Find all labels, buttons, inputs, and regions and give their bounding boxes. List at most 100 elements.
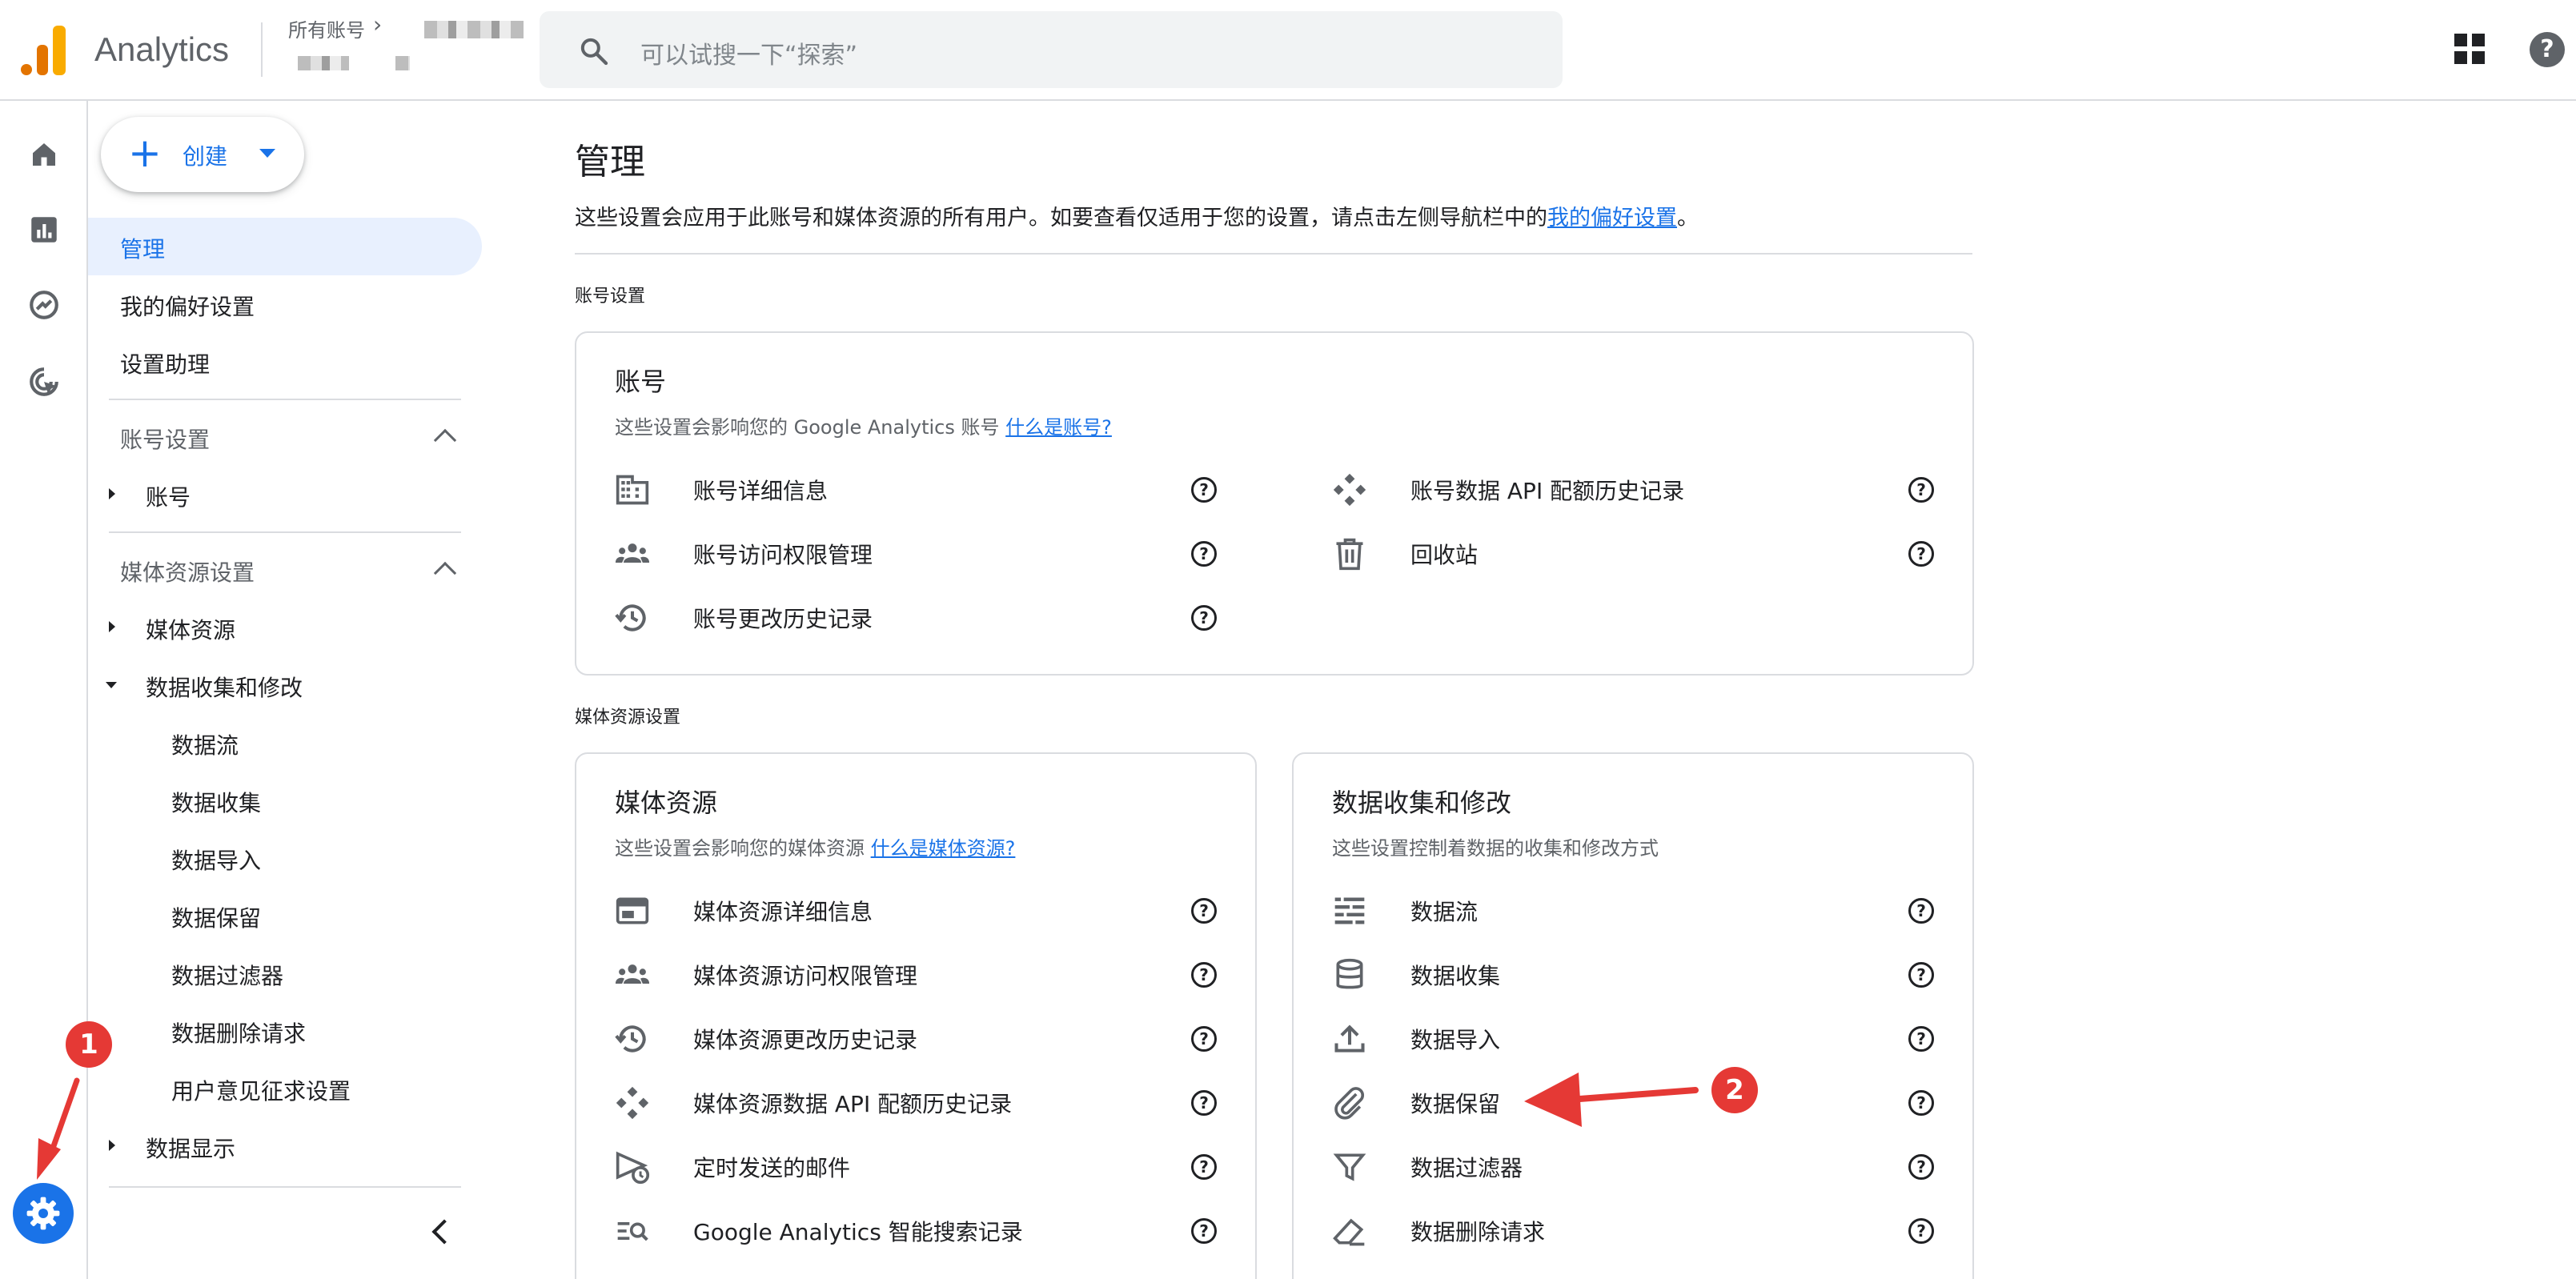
description-suffix: 。	[1677, 206, 1699, 231]
page-description: 这些设置会应用于此账号和媒体资源的所有用户。如要查看仅适用于您的设置，请点击左侧…	[575, 200, 1699, 231]
people-icon	[615, 964, 650, 984]
nav-item-property[interactable]: 媒体资源	[146, 613, 235, 645]
property-id-redacted	[395, 56, 410, 70]
gear-icon	[26, 1197, 60, 1230]
building-icon	[616, 475, 649, 505]
help-circle-icon[interactable]: ?	[1191, 605, 1217, 631]
section-label-account: 账号设置	[575, 287, 646, 307]
create-label: 创建	[183, 143, 228, 170]
help-circle-icon[interactable]: ?	[1908, 477, 1934, 503]
account-access-management-link[interactable]: 账号访问权限管理	[693, 538, 873, 570]
data-import-link[interactable]: 数据导入	[1410, 1023, 1500, 1055]
account-api-quota-history-link[interactable]: 账号数据 API 配额历史记录	[1410, 474, 1684, 506]
nav-subitem-data-collection[interactable]: 数据收集	[171, 786, 261, 818]
nav-item-admin[interactable]: 管理	[120, 232, 165, 264]
analytics-intelligence-search-history-link[interactable]: Google Analytics 智能搜索记录	[693, 1215, 1023, 1247]
breadcrumb-all-accounts[interactable]: 所有账号	[288, 14, 365, 42]
property-details-link[interactable]: 媒体资源详细信息	[693, 895, 873, 927]
nav-section-account-settings[interactable]: 账号设置	[120, 423, 210, 455]
history-icon	[615, 1025, 646, 1052]
analytics-logo[interactable]	[21, 24, 67, 75]
nav-item-account[interactable]: 账号	[146, 480, 191, 512]
nav-subitem-data-streams[interactable]: 数据流	[171, 728, 239, 760]
nav-subitem-consent-settings[interactable]: 用户意见征求设置	[171, 1074, 351, 1106]
collapse-arrow-icon[interactable]	[106, 682, 117, 688]
nav-subitem-data-import[interactable]: 数据导入	[171, 844, 261, 876]
nav-item-data-collection-modification[interactable]: 数据收集和修改	[146, 671, 303, 703]
account-card: 账号 这些设置会影响您的 Google Analytics 账号 什么是账号? …	[575, 331, 1974, 676]
admin-gear-button[interactable]	[13, 1183, 74, 1244]
reports-icon[interactable]	[27, 213, 61, 247]
property-name-redacted[interactable]	[298, 56, 349, 70]
property-api-quota-history-link[interactable]: 媒体资源数据 API 配额历史记录	[693, 1087, 1012, 1119]
history-icon	[615, 604, 646, 631]
help-circle-icon[interactable]: ?	[1191, 541, 1217, 567]
upload-icon	[1334, 1024, 1365, 1052]
help-circle-icon[interactable]: ?	[1908, 1154, 1934, 1180]
divider	[575, 253, 1972, 255]
nav-item-data-display[interactable]: 数据显示	[146, 1132, 235, 1164]
help-circle-icon[interactable]: ?	[1908, 1218, 1934, 1244]
help-circle-icon[interactable]: ?	[1908, 898, 1934, 924]
help-circle-icon[interactable]: ?	[1191, 898, 1217, 924]
explore-icon[interactable]	[27, 288, 61, 322]
help-icon[interactable]: ?	[2530, 32, 2565, 67]
help-circle-icon[interactable]: ?	[1908, 1026, 1934, 1052]
annotation-badge-2: 2	[1711, 1067, 1758, 1113]
what-is-property-link[interactable]: 什么是媒体资源?	[871, 837, 1016, 860]
trash-can-link[interactable]: 回收站	[1410, 538, 1478, 570]
help-circle-icon[interactable]: ?	[1191, 962, 1217, 988]
data-deletion-requests-link[interactable]: 数据删除请求	[1410, 1215, 1545, 1247]
help-circle-icon[interactable]: ?	[1191, 1090, 1217, 1116]
help-circle-icon[interactable]: ?	[1191, 1218, 1217, 1244]
create-button[interactable]: + 创建	[101, 117, 304, 192]
data-filters-link[interactable]: 数据过滤器	[1410, 1151, 1523, 1183]
expand-arrow-icon[interactable]	[109, 1140, 115, 1151]
help-circle-icon[interactable]: ?	[1191, 477, 1217, 503]
nav-section-property-settings[interactable]: 媒体资源设置	[120, 555, 255, 587]
account-details-link[interactable]: 账号详细信息	[693, 474, 828, 506]
what-is-account-link[interactable]: 什么是账号?	[1005, 416, 1112, 439]
nav-divider	[109, 531, 461, 533]
chevron-up-icon[interactable]	[433, 428, 457, 452]
api-quota-icon	[1333, 473, 1366, 507]
nav-subitem-data-filters[interactable]: 数据过滤器	[171, 959, 283, 991]
card-subtitle: 这些设置会影响您的媒体资源 什么是媒体资源?	[615, 832, 1015, 860]
advertising-icon[interactable]	[27, 365, 61, 399]
nav-subitem-data-deletion-requests[interactable]: 数据删除请求	[171, 1016, 306, 1048]
search-input[interactable]: 可以试搜一下“探索”	[540, 11, 1563, 88]
data-streams-link[interactable]: 数据流	[1410, 895, 1478, 927]
annotation-badge-1: 1	[66, 1021, 112, 1068]
data-retention-link[interactable]: 数据保留	[1410, 1087, 1500, 1119]
property-change-history-link[interactable]: 媒体资源更改历史记录	[693, 1023, 917, 1055]
help-circle-icon[interactable]: ?	[1908, 541, 1934, 567]
help-circle-icon[interactable]: ?	[1908, 962, 1934, 988]
expand-arrow-icon[interactable]	[109, 621, 115, 632]
nav-item-my-preferences[interactable]: 我的偏好设置	[120, 290, 255, 322]
description-text: 这些设置会应用于此账号和媒体资源的所有用户。如要查看仅适用于您的设置，请点击左侧…	[575, 206, 1547, 231]
home-icon[interactable]	[27, 138, 61, 171]
collapse-sidebar-icon[interactable]	[431, 1219, 457, 1245]
trash-icon	[1336, 538, 1363, 571]
card-subtitle: 这些设置会影响您的 Google Analytics 账号 什么是账号?	[615, 411, 1112, 439]
account-name-redacted[interactable]	[424, 21, 524, 38]
data-collection-link[interactable]: 数据收集	[1410, 959, 1500, 991]
scheduled-send-icon	[616, 1151, 650, 1185]
help-circle-icon[interactable]: ?	[1191, 1026, 1217, 1052]
nav-subitem-data-retention[interactable]: 数据保留	[171, 901, 261, 933]
my-preferences-link[interactable]: 我的偏好设置	[1547, 206, 1677, 231]
eraser-icon	[1333, 1218, 1365, 1246]
chevron-up-icon[interactable]	[433, 561, 457, 585]
scheduled-emails-link[interactable]: 定时发送的邮件	[693, 1151, 850, 1183]
help-circle-icon[interactable]: ?	[1191, 1154, 1217, 1180]
nav-divider	[109, 1186, 461, 1188]
expand-arrow-icon[interactable]	[109, 488, 115, 499]
help-circle-icon[interactable]: ?	[1908, 1090, 1934, 1116]
account-change-history-link[interactable]: 账号更改历史记录	[693, 602, 873, 634]
property-access-management-link[interactable]: 媒体资源访问权限管理	[693, 959, 917, 991]
nav-item-setup-assistant[interactable]: 设置助理	[120, 347, 210, 379]
filter-icon	[1333, 1153, 1366, 1181]
apps-grid-icon[interactable]	[2454, 34, 2486, 66]
card-subtitle-text: 这些设置会影响您的 Google Analytics 账号	[615, 416, 1000, 439]
nav-divider	[109, 399, 461, 400]
